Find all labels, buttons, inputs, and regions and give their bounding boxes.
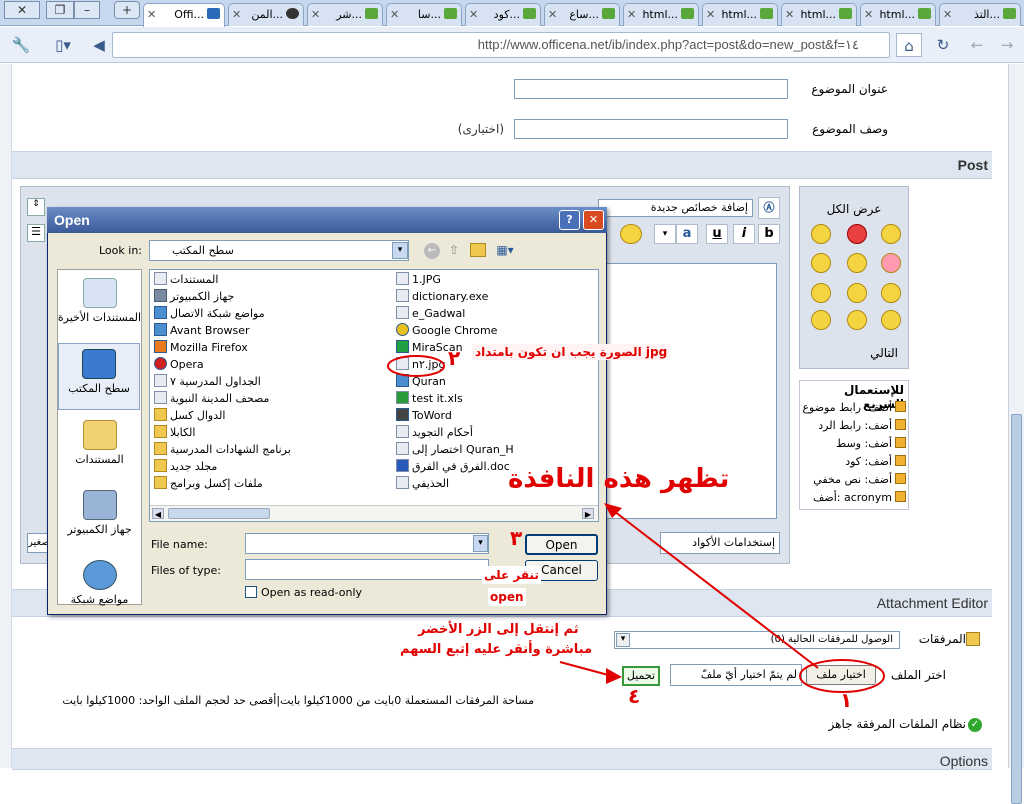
annotation-click-on: تنقر على	[482, 566, 541, 584]
annotation-jpg-note: الصورة يجب ان تكون بامتداد jpg	[472, 344, 671, 360]
annotation-step-1: ١	[840, 688, 853, 712]
annotation-window-appears: تظهر هذه النافذة	[508, 464, 730, 494]
annotation-step-3: ٣	[510, 526, 523, 550]
annotation-then-click: مباشرة وأنقر عليه إتبع السهم	[400, 642, 592, 657]
annotation-step-2: ٢	[448, 346, 461, 370]
annotation-step-4: ٤	[628, 684, 641, 708]
selection-highlight-circle	[387, 355, 445, 377]
annotation-then-move: ثم إنتقل إلى الزر الأخضر	[418, 622, 579, 637]
annotation-open-word: open	[488, 588, 526, 606]
arrow-to-dialog	[609, 507, 819, 669]
arrow-to-upload	[559, 661, 613, 677]
arrow-head-icon	[606, 668, 622, 684]
